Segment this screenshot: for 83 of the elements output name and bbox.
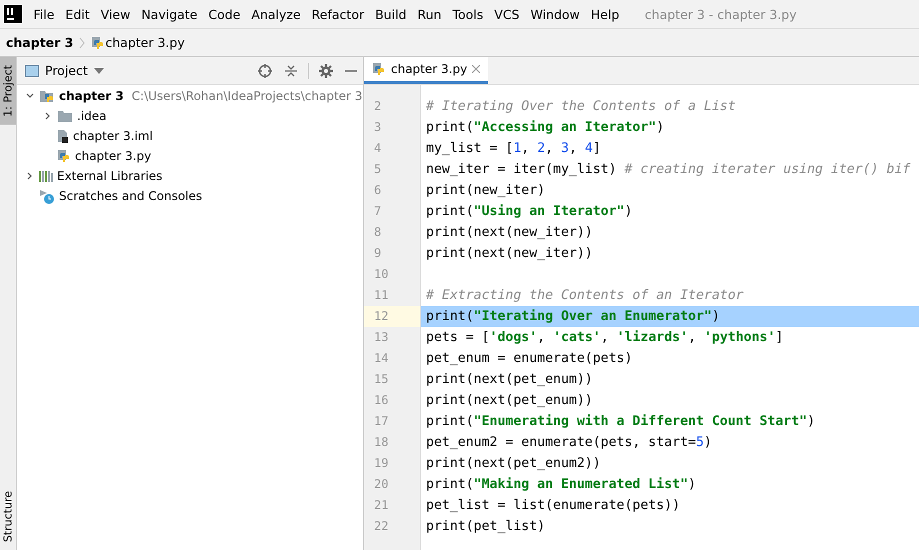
menu-item[interactable]: Edit [60,6,96,22]
line-number: 14 [373,350,390,367]
tree-item[interactable]: External Libraries [17,166,363,186]
app-logo-icon [4,5,22,23]
line-number: 20 [373,476,390,493]
locate-icon[interactable] [258,64,272,78]
settings-icon[interactable] [319,64,333,78]
code-line: print(next(new_iter)) [425,224,594,242]
line-number: 16 [373,392,390,409]
menu-item[interactable]: Analyze [246,6,306,22]
editor-tab[interactable]: chapter 3.py [364,57,488,84]
tree-item[interactable]: chapter 3.iml [17,126,363,146]
tree-item[interactable]: chapter 3.py [17,146,363,166]
tool-window-tab[interactable]: 1: Project [0,57,16,125]
tree-item[interactable]: chapter 3 C:\Users\Rohan\IdeaProjects\chapter 3 [17,86,363,106]
line-number: 21 [373,497,390,514]
tree-item[interactable]: Scratches and Consoles [17,186,363,206]
menu-item[interactable]: Build [370,6,412,22]
tool-window-tab[interactable]: Structure [0,482,16,550]
line-number: 12 [364,306,420,327]
code-line: print(next(pet_enum2)) [425,455,602,473]
python-file-icon [57,149,71,163]
code-line: pet_enum2 = enumerate(pets, start=5) [425,434,713,452]
code-line: # Extracting the Contents of an Iterator [425,287,745,305]
line-number: 22 [373,518,390,535]
menu-item[interactable]: Run [412,6,447,22]
code-line: print(new_iter) [425,182,546,200]
collapse-all-icon[interactable] [284,64,298,78]
code-line: pet_list = list(enumerate(pets)) [425,497,682,515]
line-number: 5 [373,161,382,178]
breadcrumb-item[interactable]: chapter 3.py [105,35,185,50]
line-number: 19 [373,455,390,472]
menu-item[interactable]: Navigate [136,6,203,22]
panel-title[interactable]: Project [45,63,88,78]
line-number: 4 [373,140,382,157]
code-line: print("Enumerating with a Different Count Start") [425,413,816,431]
scratches-icon [39,188,55,204]
line-number: 17 [373,413,390,430]
project-path: C:\Users\Rohan\IdeaProjects\chapter 3 [132,89,362,103]
line-number: 18 [373,434,390,451]
code-line: # Iterating Over the Contents of a List [425,98,737,116]
module-file-icon [57,129,69,143]
line-number: 15 [373,371,390,388]
close-icon[interactable] [472,65,480,73]
menu-item[interactable]: VCS [488,6,525,22]
dropdown-caret-icon[interactable] [94,68,104,74]
line-number: 8 [373,224,382,241]
menu-item[interactable]: Help [585,6,625,22]
line-number: 9 [373,245,382,262]
code-line: print(next(pet_enum)) [425,392,594,410]
line-number: 10 [373,266,390,283]
menu-item[interactable]: Refactor [306,6,370,22]
line-number: 7 [373,203,382,220]
menu-item[interactable]: Tools [446,6,489,22]
folder-icon [57,110,73,122]
tree-item[interactable]: .idea [17,106,363,126]
line-number: 6 [373,182,382,199]
code-line: new_iter = iter(my_list) # creating iterater using iter() bif [425,161,912,179]
panel-icon [25,64,39,76]
code-line: print("Making an Enumerated List") [425,476,697,494]
code-line: pets = ['dogs', 'cats', 'lizards', 'pythons'] [425,329,784,347]
chevron-icon [79,36,86,48]
window-title: chapter 3 - chapter 3.py [644,6,797,22]
code-line: pet_enum = enumerate(pets) [425,350,634,368]
libraries-icon [39,170,53,182]
code-line: print(pet_list) [425,518,546,536]
code-line: print("Accessing an Iterator") [425,119,666,137]
project-folder-icon [39,89,55,103]
menu-item[interactable]: Window [524,6,586,22]
line-number: 3 [373,119,382,136]
line-number: 13 [373,329,390,346]
menu-item[interactable]: File [28,6,60,22]
code-line: my_list = [1, 2, 3, 4] [425,140,602,158]
code-line: print("Using an Iterator") [425,203,634,221]
menu-item[interactable]: View [95,6,136,22]
menu-item[interactable]: Code [202,6,246,22]
breadcrumb-item[interactable]: chapter 3 [6,35,74,50]
line-number: 11 [373,287,390,304]
python-file-icon [372,62,386,76]
line-number: 2 [373,98,382,115]
python-file-icon [91,36,106,50]
code-line: print(next(pet_enum)) [425,371,594,389]
code-line: print(next(new_iter)) [425,245,594,263]
